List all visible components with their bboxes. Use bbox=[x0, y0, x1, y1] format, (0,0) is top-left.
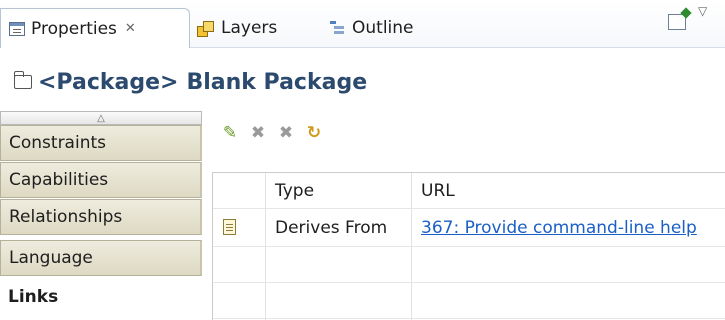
row-divider bbox=[213, 282, 725, 283]
layers-icon bbox=[197, 19, 215, 37]
outline-icon bbox=[330, 20, 346, 36]
title-stereotype: <Package> bbox=[38, 69, 179, 95]
tab-outline[interactable]: Outline bbox=[322, 8, 432, 48]
section-tabs: △ Constraints Capabilities Relationships… bbox=[0, 111, 202, 320]
refresh-icon[interactable]: ↻ bbox=[304, 123, 324, 143]
scroll-up-button[interactable]: △ bbox=[0, 111, 202, 125]
section-tab-relationships[interactable]: Relationships bbox=[0, 199, 202, 235]
tab-layers-label: Layers bbox=[221, 18, 278, 38]
delete-icon[interactable]: ✖ bbox=[248, 123, 268, 143]
row-divider bbox=[213, 246, 725, 247]
section-tab-links[interactable]: Links bbox=[0, 279, 202, 315]
link-url[interactable]: 367: Provide command-line help bbox=[421, 218, 697, 238]
properties-icon bbox=[9, 21, 25, 36]
column-header-url[interactable]: URL bbox=[421, 181, 455, 201]
view-tab-bar: Properties ✕ Layers Outline ▽ bbox=[0, 0, 725, 48]
section-tab-language[interactable]: Language bbox=[0, 240, 202, 276]
document-icon bbox=[223, 219, 236, 235]
row-divider bbox=[213, 208, 725, 209]
links-toolbar: ✎ ✖ ✖ ↻ bbox=[220, 122, 332, 144]
page-title: <Package> Blank Package bbox=[38, 70, 367, 95]
title-name: Blank Package bbox=[186, 69, 368, 95]
close-icon[interactable]: ✕ bbox=[125, 21, 136, 36]
section-tab-constraints[interactable]: Constraints bbox=[0, 125, 202, 161]
section-tab-capabilities[interactable]: Capabilities bbox=[0, 162, 202, 198]
tab-properties[interactable]: Properties ✕ bbox=[0, 8, 190, 48]
column-header-type[interactable]: Type bbox=[275, 181, 314, 201]
row-divider bbox=[213, 318, 725, 319]
tab-outline-label: Outline bbox=[352, 18, 414, 38]
view-menu-dropdown-icon[interactable]: ▽ bbox=[698, 4, 707, 18]
tab-layers[interactable]: Layers bbox=[189, 8, 299, 48]
page-title-row: <Package> Blank Package bbox=[0, 64, 725, 100]
link-type-cell: Derives From bbox=[275, 218, 388, 238]
add-link-icon[interactable]: ✎ bbox=[220, 123, 240, 143]
links-table: Type URL Derives From 367: Provide comma… bbox=[212, 172, 725, 320]
tab-properties-label: Properties bbox=[31, 18, 117, 39]
delete-all-icon[interactable]: ✖ bbox=[276, 123, 296, 143]
new-view-icon[interactable] bbox=[668, 14, 686, 30]
package-icon bbox=[14, 71, 32, 89]
